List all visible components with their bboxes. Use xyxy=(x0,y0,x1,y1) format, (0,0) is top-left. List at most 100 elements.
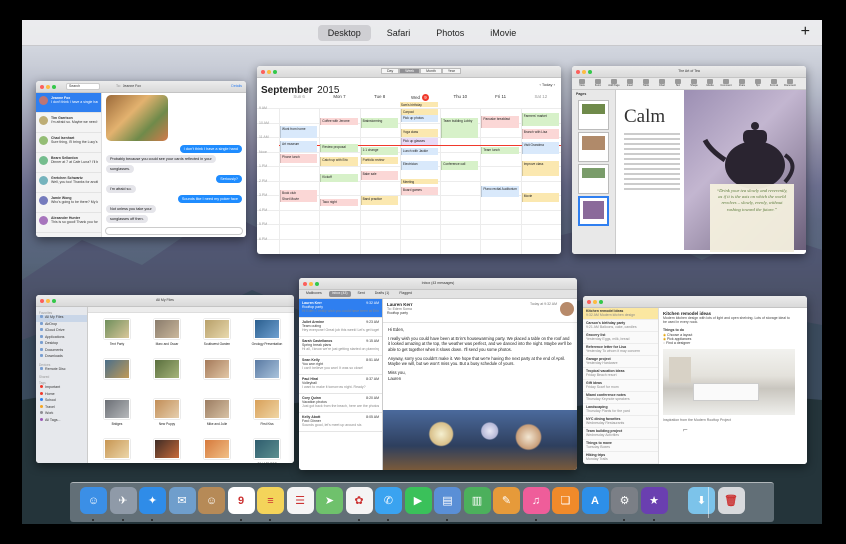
close-icon[interactable] xyxy=(40,84,44,89)
mail-window[interactable]: Inbox (43 messages) Mailboxes Inbox (43) S… xyxy=(299,278,577,470)
minimize-icon[interactable] xyxy=(593,299,597,304)
note-item[interactable]: Hiking trips Monday Trails xyxy=(583,452,658,464)
file-thumbnail[interactable] xyxy=(154,359,180,379)
keynote-icon[interactable]: ▤ xyxy=(434,487,461,514)
toolbar-comment-button[interactable]: Comment xyxy=(719,79,733,88)
calendar-event[interactable]: Team building Lobby xyxy=(441,117,479,138)
sidebar-item[interactable]: Remote Disc xyxy=(36,366,87,374)
message-row[interactable]: Sean Kelly 8:51 AM You won right I can't be… xyxy=(299,356,382,375)
close-icon[interactable] xyxy=(587,299,591,304)
safari-icon[interactable]: ✦ xyxy=(139,487,166,514)
calendar-icon[interactable]: 9 xyxy=(227,487,255,514)
calendar-event[interactable]: Coffee with Jerome xyxy=(320,117,358,125)
file-thumbnail[interactable] xyxy=(254,319,280,339)
calendar-event[interactable]: Band practice xyxy=(360,196,398,205)
details-button[interactable]: Details xyxy=(231,84,242,88)
calendar-event[interactable]: Yoga class xyxy=(400,129,439,137)
mail-icon[interactable]: ✉ xyxy=(168,487,196,514)
close-icon[interactable] xyxy=(261,69,265,74)
calendar-event[interactable]: Movie xyxy=(521,193,559,202)
system-preferences-icon[interactable]: ⚙ xyxy=(611,487,638,514)
calendar-event[interactable]: Review proposal xyxy=(320,143,358,153)
calendar-event[interactable]: Portfolio review xyxy=(360,156,398,165)
minimize-icon[interactable] xyxy=(46,84,50,89)
conversation-item[interactable]: Chad Isenhart Sure thing, I'll bring the … xyxy=(36,133,101,153)
launchpad-icon[interactable]: ✈ xyxy=(109,487,137,514)
page-thumb-3[interactable] xyxy=(578,164,609,195)
calendar-event[interactable]: Kickoff xyxy=(320,174,358,182)
view-month-button[interactable]: Month xyxy=(420,68,442,75)
imovie-icon[interactable]: ★ xyxy=(640,487,668,514)
note-item[interactable]: Team building project Wednesday Activitie… xyxy=(583,428,658,440)
conversation-item[interactable]: Gretchen Schwartz Well, you too! Thanks f… xyxy=(36,173,101,193)
toolbar-table-button[interactable]: Table xyxy=(639,79,653,88)
calendar-event[interactable]: Brainstorming xyxy=(360,117,398,128)
message-row[interactable]: Paul Hiral 8:37 AM Volleyball I want to mak… xyxy=(299,375,382,394)
calendar-event[interactable]: Bake sale xyxy=(360,171,398,181)
conversation-item[interactable]: Alexander Hunter This is so good! Thank y… xyxy=(36,213,101,233)
zoom-icon[interactable] xyxy=(599,299,603,304)
day-header[interactable]: Thu 10 xyxy=(440,94,480,99)
conversation-item[interactable]: Bearn Sellardon Dinner at 7 at Cafe Luna?… xyxy=(36,153,101,173)
calendar-event[interactable]: Art museum xyxy=(280,140,318,153)
file-thumbnail[interactable] xyxy=(104,359,130,379)
note-item[interactable]: Garage project Yesterday Hardware xyxy=(583,356,658,368)
toolbar-share-button[interactable]: Share xyxy=(735,79,749,88)
finder-window[interactable]: All My Files Favorites All My Files AirDro… xyxy=(36,295,294,463)
messages-search-field[interactable]: Search xyxy=(66,83,100,90)
imessage-input[interactable]: iMessage xyxy=(105,227,243,235)
sidebar-item[interactable]: All Tags... xyxy=(36,417,87,425)
zoom-icon[interactable] xyxy=(273,69,277,74)
page-thumb-1[interactable] xyxy=(578,100,609,131)
message-row[interactable]: Kelly Abott 8:05 AM Fwd: Dinner Sounds good… xyxy=(299,413,382,432)
day-header[interactable]: Tue 8 xyxy=(360,94,400,99)
note-item[interactable]: Reference letter for Lisa Yesterday To wh… xyxy=(583,344,658,356)
notes-icon[interactable]: ≡ xyxy=(257,487,284,514)
mailbox-tab[interactable]: Sent xyxy=(355,291,368,297)
file-thumbnail[interactable] xyxy=(154,399,180,419)
mailbox-tab[interactable]: Inbox (43) xyxy=(328,291,351,297)
calendar-event[interactable]: Board games xyxy=(400,187,439,195)
calendar-window[interactable]: Day Week Month Year September 2015 ‹ Today … xyxy=(257,66,561,254)
contacts-icon[interactable]: ☺ xyxy=(198,487,225,514)
calendar-event[interactable]: Conference call xyxy=(441,161,479,170)
file-thumbnail[interactable] xyxy=(154,319,180,339)
toolbar-add-page-button[interactable]: Add Page xyxy=(607,79,621,88)
conversation-item[interactable]: Jeanne Fox I don't think I have a single … xyxy=(36,93,101,113)
notes-window[interactable]: Kitchen remodel ideas 9:32 AM Modern kitc… xyxy=(583,296,807,464)
note-item[interactable]: Grocery list Yesterday Eggs, milk, bread xyxy=(583,332,658,344)
calendar-event[interactable]: Phone lunch xyxy=(280,153,318,163)
trash-icon[interactable]: 🗑 xyxy=(717,487,745,514)
page-thumb-4[interactable] xyxy=(578,196,609,227)
calendar-event[interactable]: Team lunch xyxy=(481,146,519,154)
note-item[interactable]: Gift ideas Friday Scarf for mom xyxy=(583,380,658,392)
calendar-event[interactable]: Brunch with Lisa xyxy=(521,129,559,140)
note-item[interactable]: Kitchen remodel ideas 9:32 AM Modern kitc… xyxy=(583,308,658,320)
calendar-event[interactable]: Short Movie xyxy=(280,196,318,202)
day-header[interactable]: Mon 7 xyxy=(319,94,359,99)
mailbox-tab[interactable]: Flagged xyxy=(396,291,415,297)
note-item[interactable]: Tropical vacation ideas Friday Beach reso… xyxy=(583,368,658,380)
day-header[interactable]: Sun 6 xyxy=(279,94,319,99)
zoom-icon[interactable] xyxy=(52,84,56,89)
note-item[interactable]: NYC dining favorites Wednesday Restaurant… xyxy=(583,416,658,428)
file-thumbnail[interactable] xyxy=(204,359,230,379)
maps-icon[interactable]: ➤ xyxy=(316,487,343,514)
file-thumbnail[interactable] xyxy=(104,439,130,459)
toolbar-text-button[interactable]: Text xyxy=(671,79,685,88)
file-thumbnail[interactable] xyxy=(254,439,280,459)
pages-icon[interactable]: ✎ xyxy=(493,487,520,514)
view-year-button[interactable]: Year xyxy=(441,68,461,75)
file-thumbnail[interactable] xyxy=(204,439,230,459)
file-thumbnail[interactable] xyxy=(254,399,280,419)
mailbox-tab[interactable]: Drafts (1) xyxy=(372,291,393,297)
calendar-event[interactable]: Pick up photos xyxy=(400,114,439,123)
message-row[interactable]: Lauren Kerr 9:32 AM Rooftop party Hi Eden, … xyxy=(299,299,382,318)
calendar-event[interactable]: Catch up with Eric xyxy=(320,156,358,166)
day-header[interactable]: Wed 9 xyxy=(400,94,440,101)
file-thumbnail[interactable] xyxy=(254,359,280,379)
minimize-icon[interactable] xyxy=(267,69,271,74)
file-thumbnail[interactable] xyxy=(204,319,230,339)
checklist-item-3[interactable]: ○ Find a designer xyxy=(663,341,803,345)
file-thumbnail[interactable] xyxy=(204,399,230,419)
